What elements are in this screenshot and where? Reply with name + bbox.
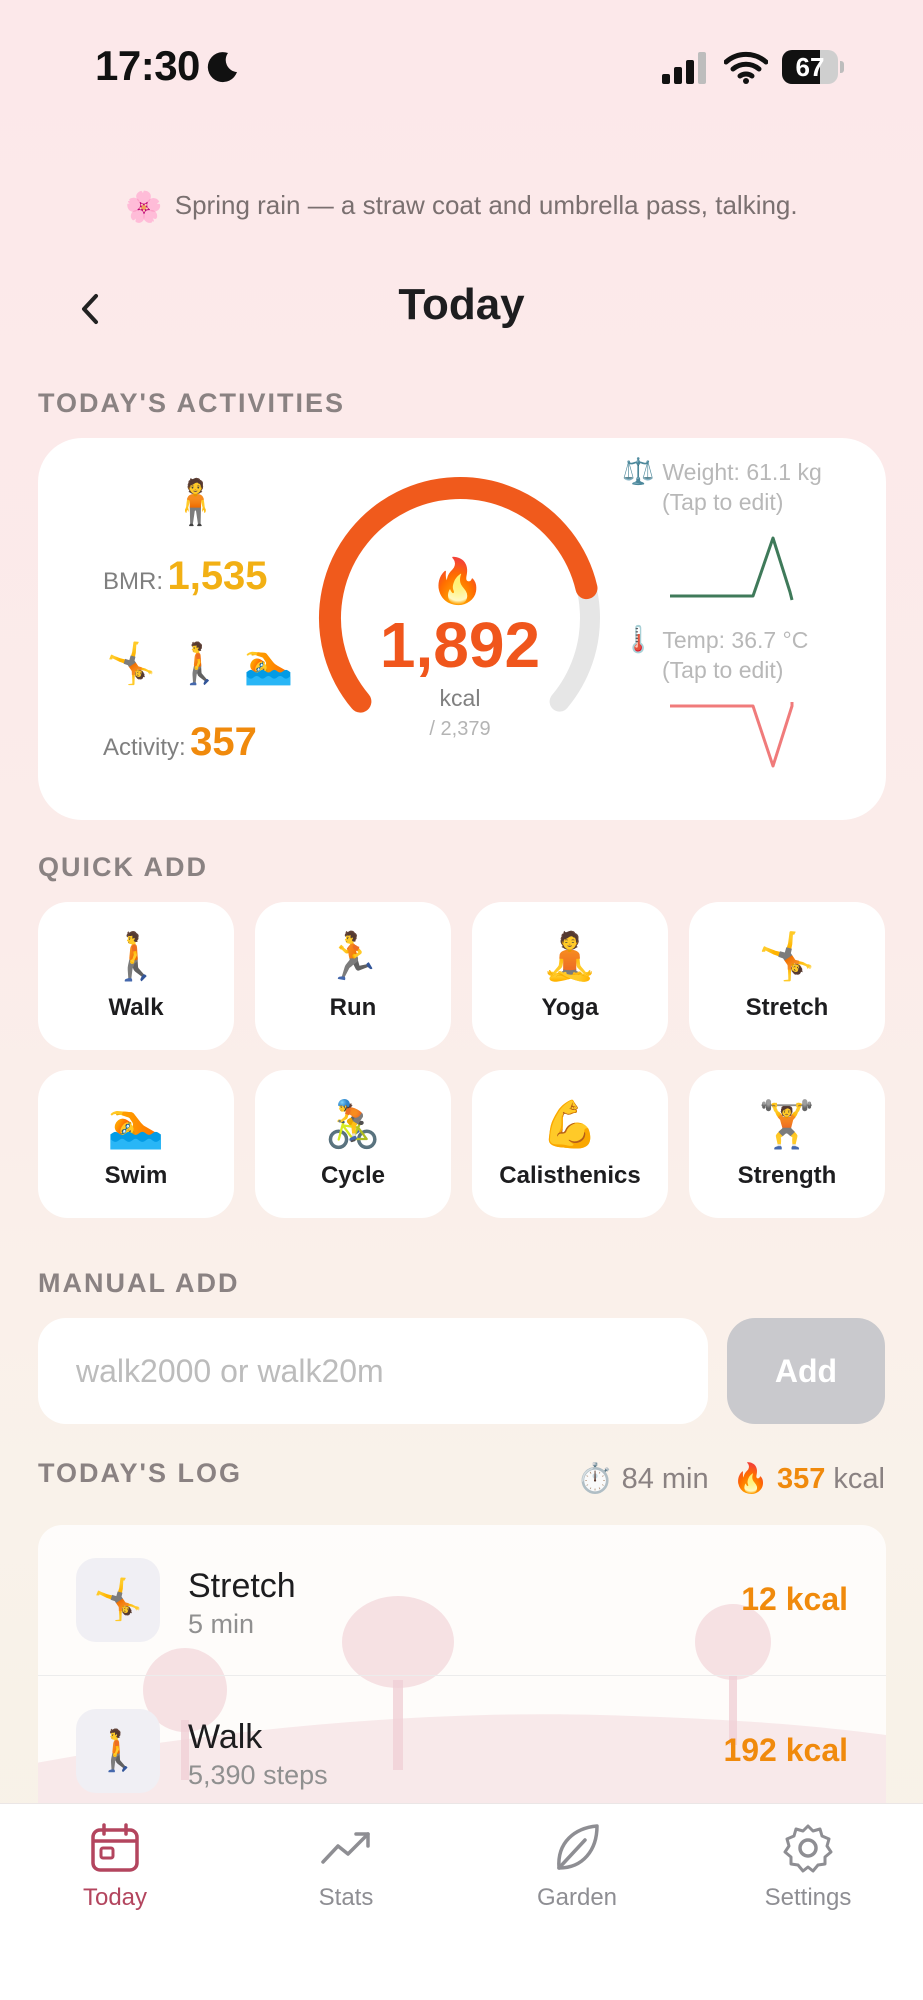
total-minutes: 84 min: [621, 1463, 709, 1495]
quick-add-label: Stretch: [745, 994, 829, 1021]
calendar-icon: [91, 1823, 139, 1872]
quick-add-strength[interactable]: 🏋️ Strength: [689, 1070, 885, 1218]
wifi-icon: [724, 51, 768, 84]
total-kcal: 357: [776, 1463, 826, 1495]
stretch-icon: 🤸: [76, 1558, 160, 1642]
log-entry-name: Walk: [188, 1718, 263, 1756]
activity-log-list: 🤸 Stretch 5 min 12 kcal 🚶 Walk 5,390 steps 192 …: [38, 1525, 886, 1807]
person-standing-icon: 🧍: [168, 478, 223, 527]
timer-icon: ⏱️: [577, 1463, 614, 1495]
haiku-text: Spring rain — a straw coat and umbrella …: [174, 190, 798, 220]
battery-level: 67: [795, 52, 825, 82]
quick-add-label: Calisthenics: [499, 1162, 641, 1189]
log-entry[interactable]: 🚶 Walk 5,390 steps 192 kcal: [38, 1676, 886, 1807]
fire-icon: 🔥: [732, 1463, 769, 1495]
tab-today[interactable]: Today: [0, 1804, 230, 1944]
log-entry-kcal: 192 kcal: [723, 1732, 848, 1768]
activity-icons: 🤸 🚶 🏊: [106, 642, 298, 686]
quick-add-swim[interactable]: 🏊 Swim: [38, 1070, 234, 1218]
cycle-icon: 🚴: [324, 1098, 382, 1150]
run-icon: 🏃: [324, 930, 382, 982]
bmr-row: BMR: 1,535: [103, 554, 268, 599]
quick-add-walk[interactable]: 🚶 Walk: [38, 902, 234, 1050]
moon-icon: [207, 52, 237, 83]
tab-label: Garden: [536, 1884, 618, 1911]
status-time: 17:30: [95, 42, 200, 89]
tab-settings[interactable]: Settings: [693, 1804, 923, 1944]
temp-value: Temp: 36.7 °C: [662, 627, 809, 653]
weight-sparkline: [670, 536, 794, 601]
section-label-manual-add: MANUAL ADD: [38, 1268, 240, 1298]
scale-icon: ⚖️: [622, 456, 655, 486]
tab-label: Today: [82, 1884, 148, 1911]
log-entry[interactable]: 🤸 Stretch 5 min 12 kcal: [38, 1525, 886, 1676]
fire-icon: 🔥: [430, 557, 485, 606]
quick-add-run[interactable]: 🏃 Run: [255, 902, 451, 1050]
add-button[interactable]: Add: [727, 1318, 885, 1424]
log-entry-name: Stretch: [188, 1567, 296, 1605]
weight-edit-hint: (Tap to edit): [662, 489, 784, 515]
weight-value: Weight: 61.1 kg: [662, 459, 822, 485]
quick-add-stretch[interactable]: 🤸 Stretch: [689, 902, 885, 1050]
activity-label: Activity:: [103, 734, 186, 761]
tab-bar: Today Stats Garden Settings: [0, 1803, 923, 2000]
yoga-icon: 🧘: [541, 930, 599, 982]
quick-add-label: Cycle: [320, 1162, 386, 1189]
activity-row: Activity: 357: [103, 720, 257, 765]
leaf-icon: [557, 1824, 599, 1870]
log-entry-kcal: 12 kcal: [741, 1581, 848, 1617]
flower-icon: 🌸: [125, 191, 163, 224]
cellular-signal-icon: [662, 52, 706, 84]
stretch-icon: 🤸: [758, 930, 816, 982]
log-entry-detail: 5,390 steps: [188, 1760, 328, 1790]
section-label-log: TODAY'S LOG: [38, 1458, 242, 1488]
quick-add-label: Run: [329, 994, 377, 1021]
quick-add-label: Swim: [104, 1162, 168, 1189]
temp-edit-hint: (Tap to edit): [662, 657, 784, 683]
bmr-label: BMR:: [103, 568, 163, 595]
manual-add-input[interactable]: [38, 1318, 708, 1424]
quick-add-label: Yoga: [541, 994, 599, 1021]
quick-add-cycle[interactable]: 🚴 Cycle: [255, 1070, 451, 1218]
tab-garden[interactable]: Garden: [462, 1804, 692, 1944]
strength-icon: 🏋️: [758, 1098, 816, 1150]
calisthenics-icon: 💪: [541, 1098, 599, 1150]
log-summary: ⏱️ 84 min 🔥 357 kcal: [577, 1462, 885, 1496]
kcal-unit: kcal: [833, 1463, 885, 1495]
gear-icon: [783, 1824, 833, 1873]
section-label-quick-add: QUICK ADD: [38, 852, 208, 882]
calorie-total: 1,892: [379, 609, 541, 681]
walk-icon: 🚶: [107, 930, 165, 982]
quick-add-yoga[interactable]: 🧘 Yoga: [472, 902, 668, 1050]
calorie-goal: / 2,379: [429, 718, 491, 740]
section-label-activities: TODAY'S ACTIVITIES: [38, 388, 345, 418]
tab-label: Settings: [764, 1884, 852, 1911]
activity-value: 357: [190, 720, 257, 764]
quick-add-calisthenics[interactable]: 💪 Calisthenics: [472, 1070, 668, 1218]
thermometer-icon: 🌡️: [622, 624, 655, 654]
quick-add-label: Walk: [108, 994, 164, 1021]
tab-label: Stats: [318, 1884, 374, 1911]
haiku-banner: 🌸 Spring rain — a straw coat and umbrella…: [0, 190, 923, 225]
walk-icon: 🚶: [76, 1709, 160, 1793]
temp-metric[interactable]: 🌡️ Temp: 36.7 °C (Tap to edit): [622, 624, 808, 685]
quick-add-label: Strength: [737, 1162, 837, 1189]
temp-sparkline: [670, 702, 794, 768]
swim-icon: 🏊: [107, 1098, 165, 1150]
trend-chart-icon: [321, 1832, 370, 1864]
bmr-value: 1,535: [167, 554, 268, 598]
page-title: Today: [398, 280, 525, 329]
weight-metric[interactable]: ⚖️ Weight: 61.1 kg (Tap to edit): [622, 456, 822, 517]
tab-stats[interactable]: Stats: [231, 1804, 461, 1944]
calorie-unit: kcal: [439, 685, 481, 711]
battery-icon: 67: [782, 50, 844, 86]
log-entry-detail: 5 min: [188, 1609, 255, 1639]
